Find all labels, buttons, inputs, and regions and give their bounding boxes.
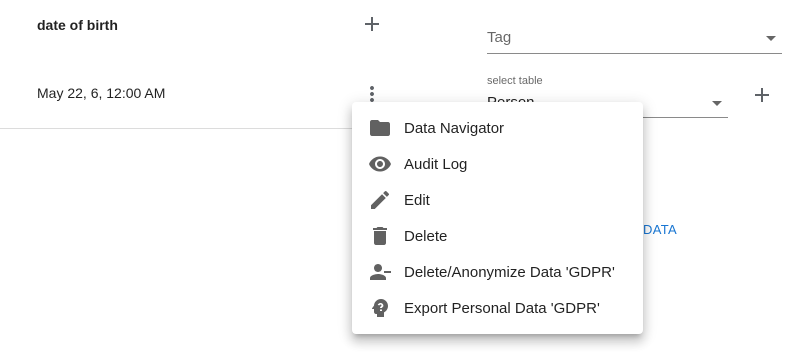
menu-item-data-navigator[interactable]: Data Navigator: [352, 110, 643, 146]
context-menu: Data Navigator Audit Log Edit Delete Del…: [352, 102, 643, 334]
menu-item-label: Audit Log: [404, 155, 468, 173]
dropdown-arrow-icon: [766, 36, 776, 41]
background-data-link[interactable]: DATA: [643, 222, 677, 237]
row-divider: [0, 128, 352, 129]
trash-icon: [368, 224, 392, 248]
folder-icon: [368, 116, 392, 140]
pencil-icon: [368, 188, 392, 212]
plus-icon: [755, 88, 769, 102]
dropdown-arrow-icon: [712, 101, 722, 106]
tag-select-underline: [487, 53, 782, 54]
menu-item-edit[interactable]: Edit: [352, 182, 643, 218]
menu-item-audit-log[interactable]: Audit Log: [352, 146, 643, 182]
menu-item-label: Edit: [404, 191, 430, 209]
menu-item-delete[interactable]: Delete: [352, 218, 643, 254]
add-table-button[interactable]: [746, 79, 778, 111]
field-name-label: date of birth: [37, 17, 118, 33]
menu-item-export-personal-data-gdpr[interactable]: Export Personal Data 'GDPR': [352, 290, 643, 326]
menu-item-label: Data Navigator: [404, 119, 505, 137]
tag-select[interactable]: Tag: [487, 26, 782, 54]
menu-item-label: Delete: [404, 227, 448, 245]
tag-select-value: Tag: [487, 29, 512, 46]
eye-icon: [368, 152, 392, 176]
plus-icon: [365, 17, 379, 31]
person-remove-icon: [368, 260, 392, 284]
head-question-icon: [368, 296, 392, 320]
table-select-label: select table: [487, 75, 543, 87]
menu-item-delete-anonymize-gdpr[interactable]: Delete/Anonymize Data 'GDPR': [352, 254, 643, 290]
page: date of birth Tag May 22, 6, 12:00 AM se…: [0, 0, 807, 363]
add-field-button[interactable]: [356, 8, 388, 40]
field-value: May 22, 6, 12:00 AM: [37, 85, 166, 101]
menu-item-label: Export Personal Data 'GDPR': [404, 299, 600, 317]
menu-item-label: Delete/Anonymize Data 'GDPR': [404, 263, 615, 281]
